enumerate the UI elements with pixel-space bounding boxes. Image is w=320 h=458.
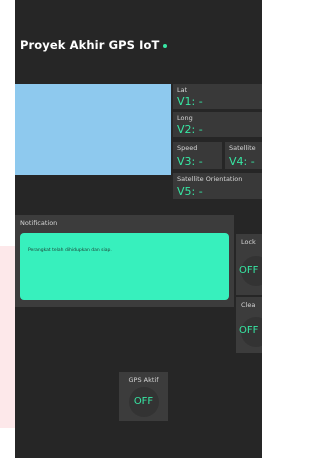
long-value: V2: -: [177, 123, 203, 136]
satellite-tile: Satellite V4: -: [225, 142, 262, 169]
map-widget[interactable]: [15, 84, 171, 175]
satellite-orientation-value: V5: -: [177, 185, 203, 198]
clear-switch-state: OFF: [239, 325, 259, 336]
lock-switch-label: Lock: [241, 238, 256, 246]
satellite-label: Satellite: [229, 144, 256, 152]
gps-active-switch-label: GPS Aktif: [128, 376, 159, 384]
app-title-text: Proyek Akhir GPS IoT: [20, 38, 160, 52]
clear-switch[interactable]: Clea OFF: [236, 297, 262, 353]
long-tile: Long V2: -: [173, 112, 262, 137]
lock-switch-state: OFF: [239, 265, 259, 276]
notification-panel: Notification Perangkat telah dihidupkan …: [15, 215, 234, 307]
online-status-dot-icon: [163, 43, 168, 48]
gps-active-switch[interactable]: GPS Aktif OFF: [119, 372, 168, 421]
speed-value: V3: -: [177, 155, 203, 168]
lat-tile: Lat V1: -: [173, 84, 262, 109]
gps-active-switch-state: OFF: [133, 396, 154, 407]
lat-label: Lat: [177, 86, 188, 94]
satellite-value: V4: -: [229, 155, 255, 168]
lat-value: V1: -: [177, 95, 203, 108]
satellite-orientation-label: Satellite Orientation: [177, 175, 243, 183]
satellite-orientation-tile: Satellite Orientation V5: -: [173, 173, 262, 199]
speed-label: Speed: [177, 144, 198, 152]
app-title: Proyek Akhir GPS IoT: [20, 38, 168, 52]
clear-switch-label: Clea: [241, 301, 256, 309]
notification-header: Notification: [20, 219, 58, 227]
speed-tile: Speed V3: -: [173, 142, 222, 169]
notification-message-box: Perangkat telah dihidupkan dan siap.: [20, 233, 229, 300]
left-edge-strip: [0, 246, 15, 428]
long-label: Long: [177, 114, 193, 122]
lock-switch[interactable]: Lock OFF: [236, 234, 262, 295]
notification-message: Perangkat telah dihidupkan dan siap.: [28, 248, 112, 253]
